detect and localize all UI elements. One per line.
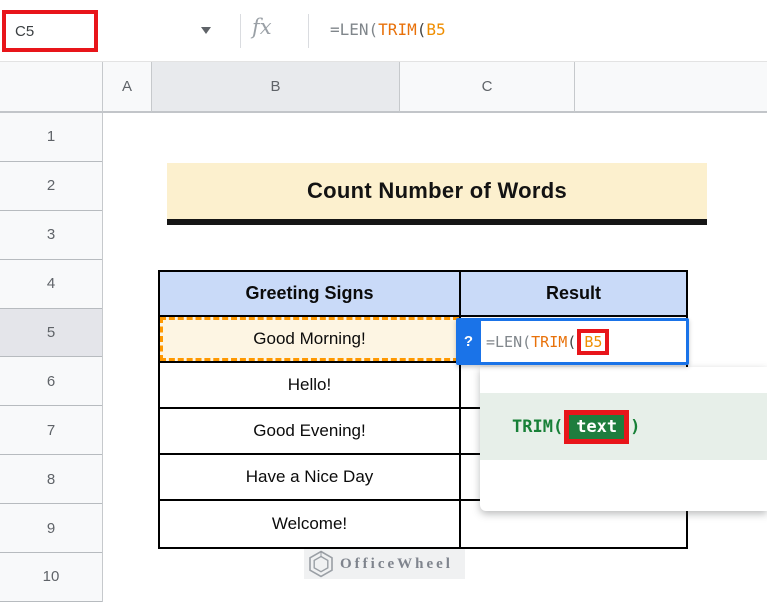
column-header-b[interactable]: B — [152, 62, 400, 113]
formula-bar-input[interactable]: =LEN(TRIM(B5 — [330, 20, 446, 39]
param-annotation-box: text — [564, 409, 630, 444]
row-header-10[interactable]: 10 — [0, 553, 102, 602]
name-box[interactable]: C5 — [6, 23, 34, 40]
spreadsheet-app: C5 fx =LEN(TRIM(B5 A B C 1 2 3 4 5 6 7 8… — [0, 0, 767, 602]
table-header-row: Greeting Signs Result — [160, 272, 686, 317]
formula-paren: ( — [567, 332, 577, 351]
watermark-text: OfficeWheel — [340, 555, 453, 572]
row-header-9[interactable]: 9 — [0, 504, 102, 554]
chevron-down-icon[interactable] — [201, 27, 211, 34]
formula-signature: TRIM(text) — [480, 393, 767, 460]
toolbar-divider — [308, 14, 309, 48]
row-headers: 1 2 3 4 5 6 7 8 9 10 — [0, 113, 103, 602]
hexagon-logo-icon — [309, 550, 333, 578]
formula-help-toggle[interactable]: ? — [456, 318, 481, 365]
column-header-c[interactable]: C — [400, 62, 575, 113]
tooltip-close-paren: ) — [630, 416, 641, 437]
row-header-8[interactable]: 8 — [0, 455, 102, 505]
formula-reference: B5 — [426, 20, 446, 39]
cell-b5[interactable]: Good Morning! — [160, 317, 461, 363]
formula-function: TRIM — [531, 332, 568, 351]
cell-b6[interactable]: Hello! — [160, 363, 461, 409]
formula-paren: ( — [416, 20, 427, 39]
marching-ants-selection: Good Morning! — [160, 317, 459, 361]
officewheel-watermark: OfficeWheel — [304, 549, 465, 579]
row-header-1[interactable]: 1 — [0, 113, 102, 162]
column-header-d[interactable] — [575, 62, 767, 113]
cell-b7[interactable]: Good Evening! — [160, 409, 461, 455]
active-parameter: text — [569, 414, 625, 439]
fx-icon: fx — [252, 15, 272, 39]
tooltip-function-name: TRIM( — [512, 416, 564, 437]
row-header-4[interactable]: 4 — [0, 259, 102, 309]
select-all-corner[interactable] — [0, 62, 103, 113]
formula-function: TRIM — [378, 20, 417, 39]
table-header-result[interactable]: Result — [461, 272, 686, 317]
cell-b9[interactable]: Welcome! — [160, 501, 461, 547]
column-headers: A B C — [0, 62, 767, 113]
cell-b8[interactable]: Have a Nice Day — [160, 455, 461, 501]
formula-reference: B5 — [584, 332, 603, 351]
sheet-title-cell[interactable]: Count Number of Words — [167, 163, 707, 225]
cell-b5-value: Good Morning! — [253, 329, 366, 348]
toolbar-divider — [240, 14, 241, 48]
row-header-5[interactable]: 5 — [0, 308, 102, 358]
reference-annotation-box: B5 — [577, 328, 610, 355]
cell-editor-c5[interactable]: ? =LEN(TRIM( B5 — [456, 318, 689, 365]
formula-prefix: =LEN( — [486, 332, 532, 351]
formula-toolbar: C5 fx =LEN(TRIM(B5 — [0, 0, 767, 62]
formula-prefix: =LEN( — [330, 20, 379, 39]
row-header-2[interactable]: 2 — [0, 161, 102, 211]
formula-help-popup: TRIM(text) — [480, 367, 767, 511]
row-header-6[interactable]: 6 — [0, 357, 102, 407]
row-header-7[interactable]: 7 — [0, 406, 102, 456]
table-header-greeting-signs[interactable]: Greeting Signs — [160, 272, 461, 317]
name-box-annotation: C5 — [2, 10, 98, 52]
row-header-3[interactable]: 3 — [0, 210, 102, 260]
cell-editor-text: =LEN(TRIM( B5 — [486, 328, 610, 355]
column-header-a[interactable]: A — [103, 62, 152, 113]
